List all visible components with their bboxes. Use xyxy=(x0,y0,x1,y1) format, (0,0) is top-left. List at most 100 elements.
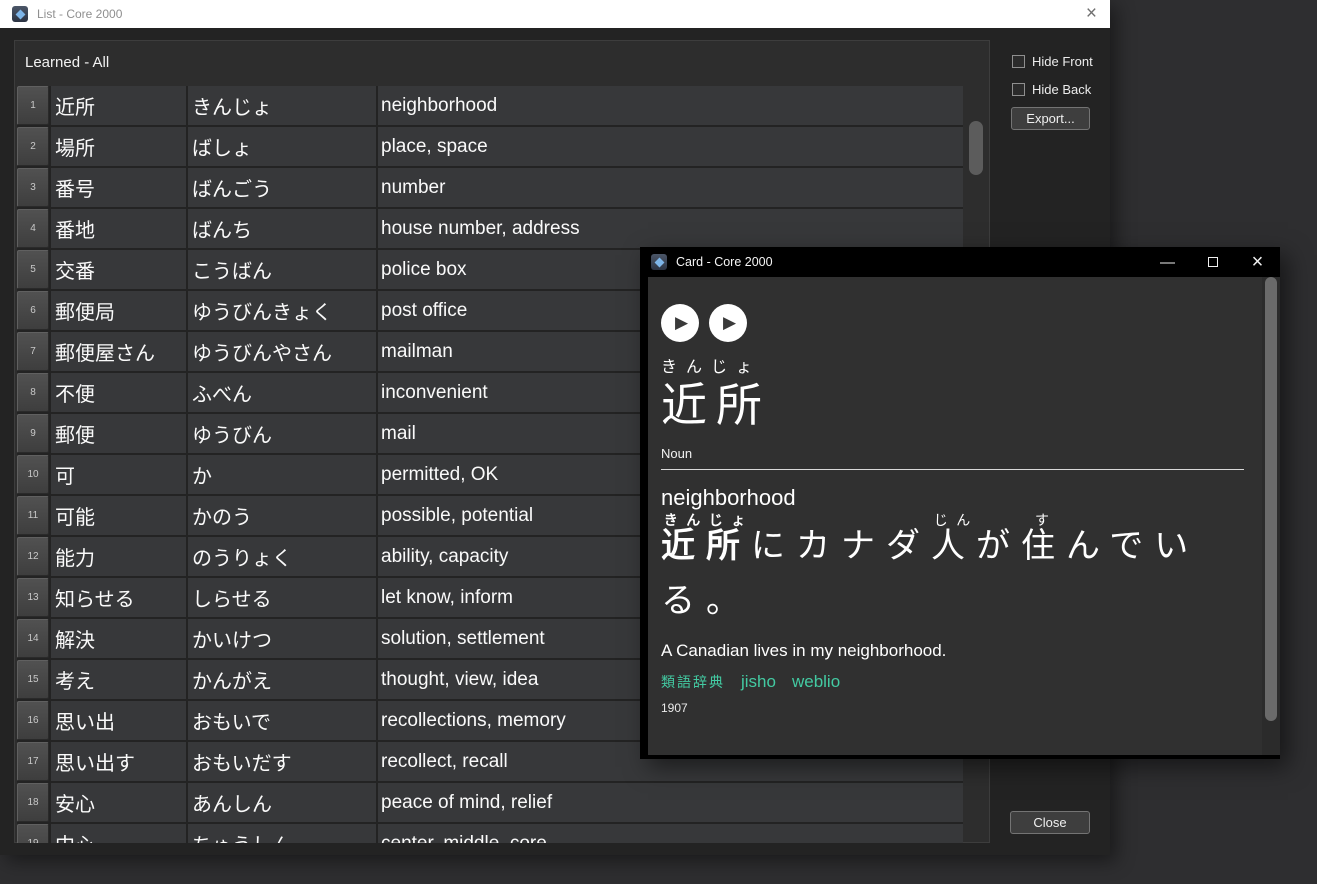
kana-cell[interactable]: かのう xyxy=(188,496,376,535)
row-number-cell[interactable]: 9 xyxy=(17,414,49,453)
sentence-translation: A Canadian lives in my neighborhood. xyxy=(661,641,1262,661)
kana-cell[interactable]: かんがえ xyxy=(188,660,376,699)
dict-link-ruigo-jiten[interactable]: 類語辞典 xyxy=(661,672,725,692)
example-sentence: 近所きんじょにカナダ人じんが住すんでいる。 xyxy=(661,513,1246,629)
card-window-titlebar[interactable]: Card - Core 2000 — × xyxy=(640,247,1280,277)
kana-cell[interactable]: ゆうびんやさん xyxy=(188,332,376,371)
kanji-cell[interactable]: 考え xyxy=(51,660,186,699)
kana-cell[interactable]: きんじょ xyxy=(188,86,376,125)
row-number-cell[interactable]: 10 xyxy=(17,455,49,494)
hide-back-checkbox[interactable] xyxy=(1012,83,1025,96)
kanji-cell[interactable]: 郵便局 xyxy=(51,291,186,330)
export-button[interactable]: Export... xyxy=(1011,107,1090,130)
kana-cell[interactable]: ばんち xyxy=(188,209,376,248)
kanji-cell[interactable]: 思い出す xyxy=(51,742,186,781)
row-number-cell[interactable]: 18 xyxy=(17,783,49,822)
close-icon[interactable]: × xyxy=(1086,0,1097,28)
kana-cell[interactable]: こうばん xyxy=(188,250,376,289)
kanji-cell[interactable]: 思い出 xyxy=(51,701,186,740)
kana-cell[interactable]: おもいで xyxy=(188,701,376,740)
dict-link-jisho[interactable]: jisho xyxy=(741,672,776,692)
kanji-cell[interactable]: 安心 xyxy=(51,783,186,822)
kana-cell[interactable]: ばんごう xyxy=(188,168,376,207)
row-number-cell[interactable]: 3 xyxy=(17,168,49,207)
row-number-cell[interactable]: 14 xyxy=(17,619,49,658)
table-row[interactable]: 3番号ばんごうnumber xyxy=(17,168,963,207)
kanji-cell[interactable]: 交番 xyxy=(51,250,186,289)
row-number-cell[interactable]: 19 xyxy=(17,824,49,843)
meaning-cell[interactable]: center, middle, core xyxy=(378,824,963,843)
row-number-cell[interactable]: 15 xyxy=(17,660,49,699)
kana-cell[interactable]: か xyxy=(188,455,376,494)
kanji-cell[interactable]: 不便 xyxy=(51,373,186,412)
kana-cell[interactable]: あんしん xyxy=(188,783,376,822)
meaning-cell[interactable]: number xyxy=(378,168,963,207)
kanji-cell[interactable]: 解決 xyxy=(51,619,186,658)
kanji-cell[interactable]: 可 xyxy=(51,455,186,494)
app-icon xyxy=(12,6,28,22)
hide-back-label: Hide Back xyxy=(1032,82,1091,97)
list-scrollbar-thumb[interactable] xyxy=(969,121,983,175)
kana-cell[interactable]: ゆうびんきょく xyxy=(188,291,376,330)
row-number-cell[interactable]: 7 xyxy=(17,332,49,371)
meaning-cell[interactable]: neighborhood xyxy=(378,86,963,125)
play-audio-sentence-button[interactable]: ▶ xyxy=(709,304,747,342)
row-number-cell[interactable]: 8 xyxy=(17,373,49,412)
hide-front-label: Hide Front xyxy=(1032,54,1093,69)
kanji-cell[interactable]: 可能 xyxy=(51,496,186,535)
row-number-cell[interactable]: 11 xyxy=(17,496,49,535)
kanji-cell[interactable]: 番号 xyxy=(51,168,186,207)
kana-cell[interactable]: ばしょ xyxy=(188,127,376,166)
kanji-cell[interactable]: 番地 xyxy=(51,209,186,248)
minimize-icon[interactable]: — xyxy=(1145,247,1190,277)
play-icon: ▶ xyxy=(675,313,688,333)
row-number-cell[interactable]: 16 xyxy=(17,701,49,740)
meaning-cell[interactable]: house number, address xyxy=(378,209,963,248)
row-number-cell[interactable]: 12 xyxy=(17,537,49,576)
close-icon[interactable]: × xyxy=(1235,247,1280,277)
meaning-cell[interactable]: place, space xyxy=(378,127,963,166)
kana-cell[interactable]: しらせる xyxy=(188,578,376,617)
row-number-cell[interactable]: 13 xyxy=(17,578,49,617)
row-number-cell[interactable]: 4 xyxy=(17,209,49,248)
table-row[interactable]: 1近所きんじょneighborhood xyxy=(17,86,963,125)
kana-cell[interactable]: おもいだす xyxy=(188,742,376,781)
word-kanji: 近所 xyxy=(661,379,1262,432)
card-scrollbar-thumb[interactable] xyxy=(1265,277,1277,721)
play-icon: ▶ xyxy=(723,313,736,333)
kanji-cell[interactable]: 中心 xyxy=(51,824,186,843)
table-row[interactable]: 19中心ちゅうしんcenter, middle, core xyxy=(17,824,963,843)
row-number-cell[interactable]: 1 xyxy=(17,86,49,125)
play-audio-word-button[interactable]: ▶ xyxy=(661,304,699,342)
dict-link-weblio[interactable]: weblio xyxy=(792,672,840,692)
kanji-cell[interactable]: 郵便 xyxy=(51,414,186,453)
table-row[interactable]: 4番地ばんちhouse number, address xyxy=(17,209,963,248)
maximize-icon[interactable] xyxy=(1190,247,1235,277)
hide-back-option[interactable]: Hide Back xyxy=(1012,82,1091,97)
kana-cell[interactable]: ちゅうしん xyxy=(188,824,376,843)
hide-front-checkbox[interactable] xyxy=(1012,55,1025,68)
card-scrollbar[interactable] xyxy=(1262,277,1280,755)
row-number-cell[interactable]: 6 xyxy=(17,291,49,330)
kanji-cell[interactable]: 近所 xyxy=(51,86,186,125)
kanji-cell[interactable]: 知らせる xyxy=(51,578,186,617)
row-number-cell[interactable]: 2 xyxy=(17,127,49,166)
table-row[interactable]: 2場所ばしょplace, space xyxy=(17,127,963,166)
row-number-cell[interactable]: 17 xyxy=(17,742,49,781)
divider xyxy=(661,469,1244,470)
kana-cell[interactable]: のうりょく xyxy=(188,537,376,576)
kana-cell[interactable]: ゆうびん xyxy=(188,414,376,453)
kanji-cell[interactable]: 場所 xyxy=(51,127,186,166)
hide-front-option[interactable]: Hide Front xyxy=(1012,54,1093,69)
kana-cell[interactable]: かいけつ xyxy=(188,619,376,658)
list-window-titlebar[interactable]: List - Core 2000 × xyxy=(0,0,1110,28)
list-window-title: List - Core 2000 xyxy=(37,7,122,21)
sentence-segment: 人じん xyxy=(931,526,976,566)
kanji-cell[interactable]: 郵便屋さん xyxy=(51,332,186,371)
meaning-cell[interactable]: peace of mind, relief xyxy=(378,783,963,822)
kanji-cell[interactable]: 能力 xyxy=(51,537,186,576)
row-number-cell[interactable]: 5 xyxy=(17,250,49,289)
kana-cell[interactable]: ふべん xyxy=(188,373,376,412)
table-row[interactable]: 18安心あんしんpeace of mind, relief xyxy=(17,783,963,822)
close-button[interactable]: Close xyxy=(1010,811,1090,834)
